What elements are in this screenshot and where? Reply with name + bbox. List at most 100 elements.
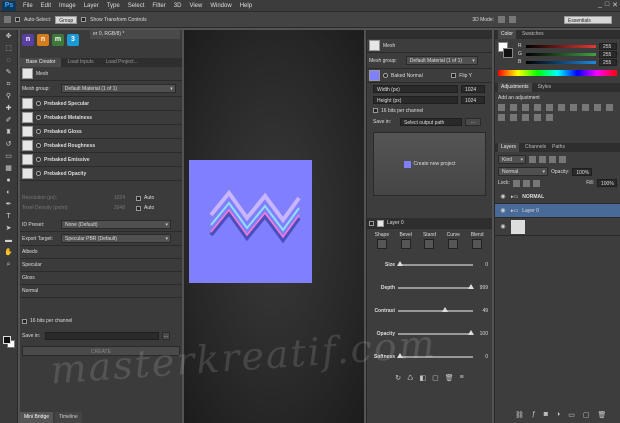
gradient-tool-icon[interactable]: ▦ xyxy=(4,164,14,174)
bake-icon[interactable]: ♺ xyxy=(407,374,413,382)
save-path-field[interactable]: Select output path xyxy=(400,118,462,126)
posterize-icon[interactable] xyxy=(522,114,529,121)
rgb-track[interactable] xyxy=(526,60,596,64)
height-value[interactable]: 1024 xyxy=(461,95,485,104)
mesh-group-dropdown[interactable]: Default Material (1 of 1) xyxy=(60,84,176,94)
exposure-icon[interactable] xyxy=(534,104,541,111)
tab-layers[interactable]: Layers xyxy=(498,143,520,152)
blur-tool-icon[interactable]: ● xyxy=(4,176,14,186)
mixer-icon[interactable] xyxy=(606,104,613,111)
dodge-tool-icon[interactable]: ◐ xyxy=(4,188,14,198)
vibrance-icon[interactable] xyxy=(546,104,553,111)
slider-track[interactable] xyxy=(398,306,473,312)
map-item[interactable]: Prebaked Specular xyxy=(20,97,182,111)
resolution-value[interactable]: 1024 xyxy=(95,195,125,201)
hue-icon[interactable] xyxy=(558,104,565,111)
resolution-auto-checkbox[interactable] xyxy=(136,195,141,201)
shape-tool[interactable]: Shape xyxy=(371,232,393,250)
bits-checkbox[interactable] xyxy=(22,318,27,324)
slider-track[interactable] xyxy=(398,283,474,289)
tab-load-project[interactable]: Load Project... xyxy=(100,58,144,67)
new-item-icon[interactable]: ◧ xyxy=(419,374,426,382)
menu-image[interactable]: Image xyxy=(55,0,80,12)
curve-tool[interactable]: Curve xyxy=(442,232,464,250)
browse-button[interactable]: ... xyxy=(162,332,170,340)
fx-icon[interactable]: ƒ xyxy=(532,411,536,419)
tab-channels[interactable]: Channels xyxy=(525,143,546,152)
rgb-value[interactable]: 255 xyxy=(599,50,617,58)
filter-pixel-icon[interactable] xyxy=(529,156,536,163)
auto-select-dropdown[interactable]: Group xyxy=(55,15,78,24)
shape-tool-icon[interactable]: ▬ xyxy=(4,236,14,246)
lasso-tool-icon[interactable]: ◌ xyxy=(4,56,14,66)
balance-icon[interactable] xyxy=(570,104,577,111)
plugin-app-icon[interactable]: m xyxy=(52,34,64,46)
mesh-group-dropdown[interactable]: Default Material (1 of 1) xyxy=(405,56,478,66)
eyedropper-icon[interactable]: ⚲ xyxy=(4,92,14,102)
lookup-icon[interactable] xyxy=(498,114,505,121)
normal-map-image[interactable] xyxy=(189,160,312,283)
plugin-app-icon[interactable]: n xyxy=(22,34,34,46)
output-item[interactable]: Normal xyxy=(20,285,182,298)
map-radio[interactable] xyxy=(36,143,41,148)
brightness-icon[interactable] xyxy=(498,104,505,111)
marquee-tool-icon[interactable]: ⬚ xyxy=(4,44,14,54)
menu-3d[interactable]: 3D xyxy=(170,0,186,12)
color-ramp[interactable] xyxy=(498,70,617,76)
bg-color-icon[interactable] xyxy=(503,48,513,58)
menu-icon[interactable]: ≡ xyxy=(460,374,464,382)
menu-view[interactable]: View xyxy=(185,0,206,12)
refresh-icon[interactable]: ↻ xyxy=(395,374,401,382)
slider-track[interactable] xyxy=(396,260,473,266)
baked-normal-radio[interactable] xyxy=(383,73,388,78)
clone-stamp-icon[interactable]: ♜ xyxy=(4,128,14,138)
layer-row[interactable]: ◉ ▸▭ Layer 0 xyxy=(495,204,620,218)
lock-pixels-icon[interactable] xyxy=(512,179,520,187)
flip-y-checkbox[interactable] xyxy=(451,73,457,78)
bw-icon[interactable] xyxy=(582,104,589,111)
menu-layer[interactable]: Layer xyxy=(80,0,103,12)
tab-paths[interactable]: Paths xyxy=(552,143,565,152)
tab-swatches[interactable]: Swatches xyxy=(522,30,544,39)
tab-styles[interactable]: Styles xyxy=(538,83,552,92)
menu-select[interactable]: Select xyxy=(124,0,149,12)
menu-edit[interactable]: Edit xyxy=(37,0,55,12)
tab-adjustments[interactable]: Adjustments xyxy=(498,83,532,92)
map-item[interactable]: Prebaked Roughness xyxy=(20,139,182,153)
workspace-dropdown[interactable]: Essentials xyxy=(564,15,612,24)
tab-load-inputs[interactable]: Load Inputs xyxy=(61,58,99,67)
slider-knob[interactable] xyxy=(467,329,474,335)
close-button[interactable]: ✕ xyxy=(612,1,618,9)
plugin-app-icon[interactable]: 3 xyxy=(67,34,79,46)
stand-tool[interactable]: Stand xyxy=(419,232,441,250)
output-item[interactable]: Specular xyxy=(20,259,182,272)
map-radio[interactable] xyxy=(36,129,41,134)
fill-field[interactable]: 100% xyxy=(597,179,617,187)
zoom-tool-icon[interactable]: ⌕ xyxy=(4,260,14,270)
adjustment-layer-icon[interactable]: ◑ xyxy=(556,411,560,419)
invert-icon[interactable] xyxy=(510,114,517,121)
texel-value[interactable]: 2048 xyxy=(95,205,125,211)
width-value[interactable]: 1024 xyxy=(461,84,485,93)
blend-tool[interactable]: Blend xyxy=(466,232,488,250)
delete-icon[interactable]: 🗑 xyxy=(445,374,454,382)
trash-icon[interactable]: 🗑 xyxy=(598,411,607,419)
tab-timeline[interactable]: Timeline xyxy=(55,412,82,423)
bevel-tool[interactable]: Bevel xyxy=(395,232,417,250)
rgb-track[interactable] xyxy=(526,44,596,48)
menu-type[interactable]: Type xyxy=(103,0,124,12)
create-new-project-button[interactable]: Create new project xyxy=(373,132,486,196)
quick-select-icon[interactable]: ✎ xyxy=(4,68,14,78)
rgb-track[interactable] xyxy=(526,52,596,56)
slider-knob[interactable] xyxy=(396,260,403,266)
eraser-tool-icon[interactable]: ▭ xyxy=(4,152,14,162)
save-path-field[interactable] xyxy=(45,332,159,340)
menu-window[interactable]: Window xyxy=(206,0,235,12)
show-transform-checkbox[interactable] xyxy=(81,17,87,22)
map-radio[interactable] xyxy=(36,157,41,162)
slider-knob[interactable] xyxy=(441,306,448,312)
output-item[interactable]: Albedo xyxy=(20,246,182,259)
opacity-field[interactable]: 100% xyxy=(572,167,593,176)
type-tool-icon[interactable]: T xyxy=(4,212,14,222)
healing-brush-icon[interactable]: ✚ xyxy=(4,104,14,114)
